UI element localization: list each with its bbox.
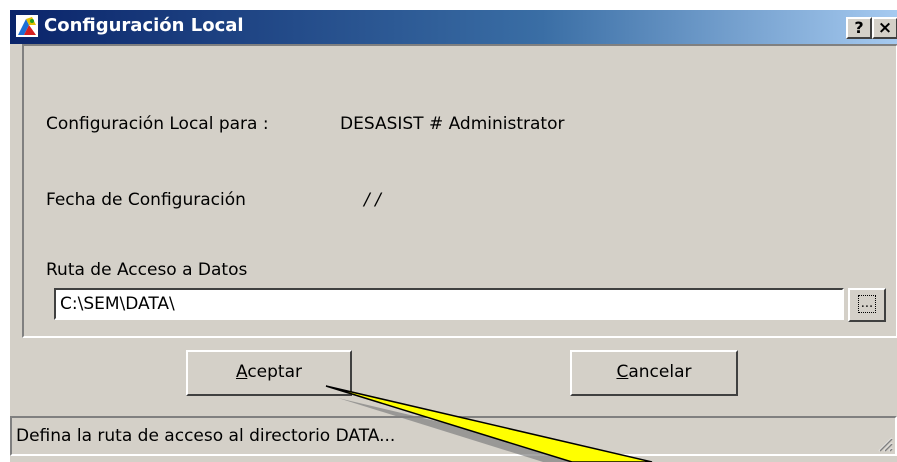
app-icon [16, 15, 38, 37]
help-button[interactable]: ? [846, 17, 872, 39]
accept-button[interactable]: Aceptar [186, 350, 352, 396]
help-icon: ? [854, 18, 864, 37]
accept-accelerator: A [235, 362, 248, 382]
local-config-label: Configuración Local para : [46, 114, 269, 134]
browse-button-label: ... [857, 295, 877, 313]
status-text: Defina la ruta de acceso al directorio D… [16, 426, 396, 446]
status-bar: Defina la ruta de acceso al directorio D… [10, 416, 897, 456]
browse-button[interactable]: ... [848, 288, 886, 322]
close-icon: × [877, 18, 893, 38]
cancel-accelerator: C [616, 362, 629, 382]
config-dialog: Configuración Local ? × Configuración Lo… [8, 8, 897, 462]
accept-label: ceptar [247, 362, 302, 382]
local-config-value: DESASIST # Administrator [340, 114, 565, 134]
config-date-label: Fecha de Configuración [46, 190, 246, 210]
config-date-value: / / [364, 190, 381, 210]
cancel-button[interactable]: Cancelar [570, 350, 738, 396]
data-path-label: Ruta de Acceso a Datos [46, 260, 248, 280]
cancel-label: ancelar [628, 362, 692, 382]
window-title: Configuración Local [44, 15, 244, 36]
close-button[interactable]: × [872, 17, 897, 39]
title-bar[interactable]: Configuración Local ? × [10, 10, 897, 44]
resize-grip-icon[interactable] [875, 434, 893, 452]
settings-group: Configuración Local para : DESASIST # Ad… [22, 44, 897, 338]
data-path-input[interactable] [54, 288, 844, 320]
